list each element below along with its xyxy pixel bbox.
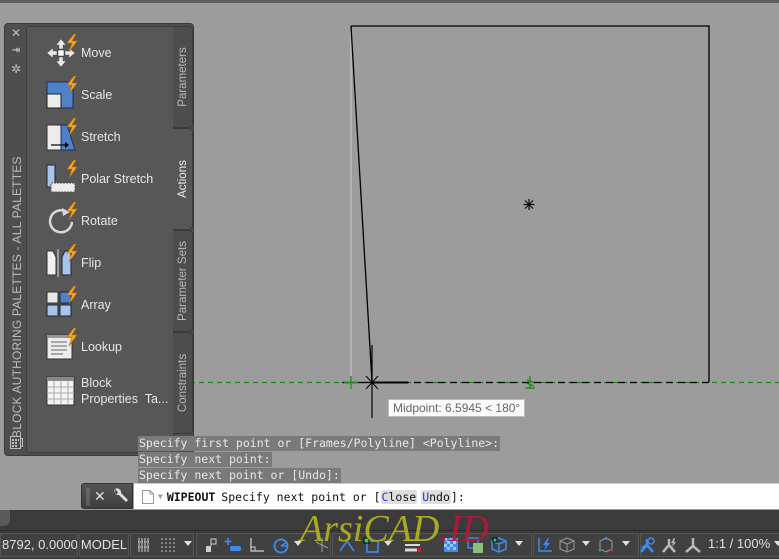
option-close[interactable]: Close bbox=[380, 489, 418, 504]
annotation-scale-value[interactable]: 1:1 / 100% bbox=[706, 533, 779, 557]
palette-title-strip[interactable]: ✕ ⇥ ✲ BLOCK AUTHORING PALETTES - ALL PAL… bbox=[4, 23, 26, 456]
command-history-line: Specify next point or [Undo]: bbox=[138, 468, 341, 483]
grid-display-icon[interactable] bbox=[136, 536, 154, 554]
command-prompt-end: ]: bbox=[450, 489, 465, 504]
auto-hide-icon[interactable]: ⇥ bbox=[10, 45, 22, 57]
rotate-action-icon bbox=[45, 202, 78, 237]
tab-parameters[interactable]: Parameters bbox=[173, 26, 193, 128]
snap-dropdown-caret-icon[interactable] bbox=[184, 541, 192, 546]
tab-constraints[interactable]: Constraints bbox=[173, 332, 193, 434]
tab-parameter-sets[interactable]: Parameter Sets bbox=[173, 230, 193, 332]
command-history-line: Specify first point or [Frames/Polyline]… bbox=[138, 436, 501, 451]
tracking-point-marker bbox=[344, 376, 358, 389]
dynamic-input-icon[interactable] bbox=[224, 536, 242, 554]
command-input[interactable]: ▼ WIPEOUT Specify next point or [ Close … bbox=[134, 483, 779, 509]
palette-menu-icon[interactable] bbox=[10, 436, 23, 450]
annotation-scale-icon[interactable] bbox=[684, 536, 702, 554]
autocad-window: Midpoint: 6.5945 < 180° ✕ ⇥ ✲ BLOCK AUTH… bbox=[0, 0, 779, 559]
palette-close-icon[interactable]: ✕ bbox=[10, 27, 22, 39]
coordinates-readout[interactable]: 8792, 0.0000 bbox=[0, 533, 78, 557]
auto-scale-icon[interactable] bbox=[661, 536, 679, 554]
palette-title: BLOCK AUTHORING PALETTES - ALL PALETTES bbox=[10, 156, 24, 438]
flip-action-icon bbox=[45, 244, 78, 279]
layout-tab-scroll[interactable] bbox=[0, 510, 10, 526]
command-history-line: Specify next point: bbox=[138, 452, 272, 467]
watermark: ArsiCAD.ID bbox=[300, 508, 489, 550]
center-marker bbox=[523, 199, 535, 210]
palette-content: Move Scale Stretch Polar Stretch Rotate … bbox=[26, 26, 174, 453]
option-undo[interactable]: Undo bbox=[421, 489, 451, 504]
gizmo-dropdown-caret-icon[interactable] bbox=[622, 541, 630, 546]
tool-label-line1: Block bbox=[81, 376, 112, 390]
block-properties-table-icon bbox=[45, 375, 77, 407]
command-line-handle[interactable]: ✕ bbox=[81, 483, 133, 509]
dynamic-ucs-icon[interactable] bbox=[536, 536, 554, 554]
stretch-action-icon bbox=[45, 118, 78, 153]
snap-mode-icon[interactable] bbox=[159, 536, 177, 554]
move-action-icon bbox=[45, 34, 78, 69]
close-command-line-icon[interactable]: ✕ bbox=[94, 488, 106, 505]
ortho-mode-icon[interactable] bbox=[248, 536, 266, 554]
dropdown-caret-icon[interactable]: ▼ bbox=[158, 492, 163, 501]
command-prompt: Specify next point or [ bbox=[221, 489, 381, 504]
lookup-action-icon bbox=[45, 328, 78, 363]
selection-filtering-icon[interactable] bbox=[558, 536, 576, 554]
rubber-band-line bbox=[350, 25, 373, 383]
3d-object-snap-icon[interactable] bbox=[490, 536, 508, 554]
polar-tracking-icon[interactable] bbox=[272, 536, 290, 554]
model-space-button[interactable]: MODEL bbox=[79, 533, 129, 557]
tab-actions[interactable]: Actions bbox=[173, 128, 193, 230]
drag-grip-icon[interactable] bbox=[86, 488, 90, 506]
3d-osnap-dropdown-caret-icon[interactable] bbox=[515, 541, 523, 546]
filter-dropdown-caret-icon[interactable] bbox=[582, 541, 590, 546]
gizmo-icon[interactable] bbox=[597, 536, 615, 554]
current-command: WIPEOUT bbox=[166, 489, 216, 504]
polar-stretch-action-icon bbox=[45, 160, 78, 195]
array-action-icon bbox=[45, 286, 78, 321]
scale-dropdown-caret-icon[interactable] bbox=[774, 541, 779, 546]
scale-action-icon bbox=[45, 76, 78, 111]
recent-commands-icon[interactable] bbox=[142, 489, 154, 504]
annotation-visibility-icon[interactable] bbox=[639, 536, 657, 554]
midpoint-tooltip: Midpoint: 6.5945 < 180° bbox=[388, 399, 525, 417]
tool-label-line2: Properties Ta... bbox=[81, 392, 169, 406]
customize-wrench-icon[interactable] bbox=[112, 487, 130, 505]
infer-constraints-icon[interactable] bbox=[202, 536, 220, 554]
properties-icon[interactable]: ✲ bbox=[10, 63, 22, 75]
